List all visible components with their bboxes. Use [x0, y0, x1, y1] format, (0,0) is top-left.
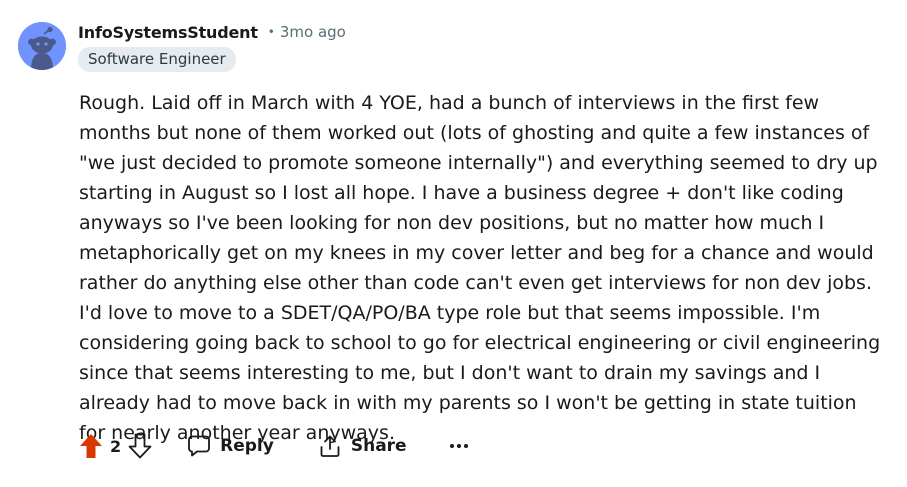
comment: InfoSystemsStudent • 3mo ago Software En… — [0, 0, 907, 487]
overflow-dots-icon — [449, 444, 468, 448]
reply-button[interactable]: Reply — [187, 430, 274, 462]
comment-text: Rough. Laid off in March with 4 YOE, had… — [79, 92, 881, 444]
user-avatar[interactable] — [18, 22, 66, 70]
comment-bubble-icon — [188, 435, 211, 457]
user-flair: Software Engineer — [78, 47, 236, 72]
snoo-avatar-icon — [18, 22, 66, 70]
comment-actions: 2 Reply Share — [76, 428, 471, 464]
username-link[interactable]: InfoSystemsStudent — [78, 23, 258, 42]
share-label: Share — [350, 436, 407, 456]
share-button[interactable]: Share — [318, 430, 407, 462]
downvote-arrow-icon — [128, 433, 152, 459]
vote-score: 2 — [110, 436, 122, 456]
comment-timestamp[interactable]: 3mo ago — [280, 23, 346, 41]
comment-body: Rough. Laid off in March with 4 YOE, had… — [79, 88, 887, 448]
reply-label: Reply — [220, 436, 274, 456]
upvote-button[interactable] — [76, 430, 106, 462]
upvote-arrow-icon — [80, 434, 102, 458]
downvote-button[interactable] — [125, 430, 155, 462]
comment-header: InfoSystemsStudent • 3mo ago — [78, 21, 346, 43]
more-options-button[interactable] — [447, 430, 471, 462]
share-icon — [320, 435, 340, 457]
meta-separator: • — [267, 25, 275, 39]
